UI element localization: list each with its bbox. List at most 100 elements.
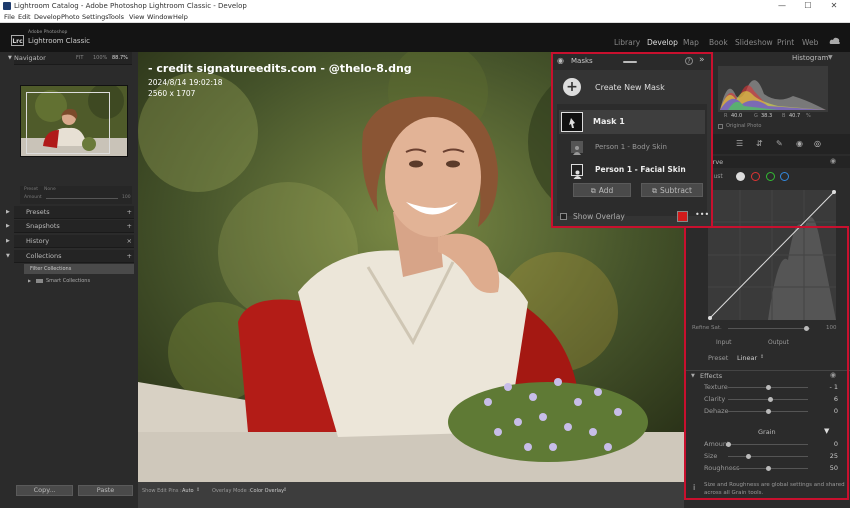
masks-header[interactable]: ◉ Masks ? » [553,54,711,70]
curve-channel-green[interactable] [766,172,775,181]
module-slideshow[interactable]: Slideshow [735,38,773,47]
paste-button[interactable]: Paste [78,485,133,496]
menu-edit[interactable]: Edit [18,12,31,23]
effects-title: Effects [700,372,723,380]
menu-help[interactable]: Help [173,12,188,23]
navigator-header[interactable]: ▼ Navigator FIT 100% 88.7% [8,52,132,65]
smart-collections-row[interactable]: ▶ Smart Collections [24,276,134,286]
navigator-viewport-frame[interactable] [26,92,110,154]
zoom-level[interactable]: 88.7% [112,52,128,65]
refine-sat-label: Refine Sat. [692,325,722,331]
masks-panel: ◉ Masks ? » + Create New Mask Mask 1 Per… [551,52,713,228]
preset-value[interactable]: None [44,187,56,192]
transform-icon[interactable]: ⇵ [756,139,763,148]
more-options-button[interactable]: ••• [695,210,709,219]
add-collection-button[interactable]: + [127,250,132,263]
edit-sliders-icon[interactable]: ☰ [736,139,743,148]
subtract-mask-button[interactable]: ⧉ Subtract [641,183,703,197]
amount-label: Amount [24,195,42,200]
curve-preset-select[interactable]: Linear [737,354,757,362]
collapse-triangle-icon[interactable]: ▼ [691,373,695,379]
module-develop[interactable]: Develop [647,38,678,47]
slider-value[interactable]: 0 [834,407,838,415]
menu-develop[interactable]: Develop [34,12,61,23]
add-mask-button[interactable]: ⧉ Add [573,183,631,197]
minimize-button[interactable]: — [770,0,794,12]
menu-view[interactable]: View [129,12,144,23]
masks-title: Masks [571,57,593,65]
zoom-100[interactable]: 100% [93,52,107,65]
drag-handle[interactable] [623,61,637,63]
slider-knob[interactable] [768,397,774,402]
copy-button[interactable]: Copy... [16,485,73,496]
person-icon [571,164,583,179]
slider-knob[interactable] [766,409,771,414]
slider-track[interactable] [728,456,808,457]
slider-knob[interactable] [746,454,751,459]
healing-icon[interactable]: ✎ [776,139,783,148]
mask-component-body-skin[interactable]: Person 1 - Body Skin [595,143,667,151]
collections-section[interactable]: ▼ Collections + [6,250,134,263]
close-button[interactable]: ✕ [822,0,846,12]
amount-slider[interactable] [46,198,118,199]
add-snapshot-button[interactable]: + [127,220,132,233]
refine-sat-slider[interactable] [728,328,810,329]
navigator-preview[interactable] [20,85,128,157]
snapshots-section[interactable]: ▶ Snapshots + [6,220,134,233]
slider-value[interactable]: 25 [830,452,838,460]
menu-window[interactable]: Window [147,12,173,23]
eye-icon[interactable]: ◉ [830,157,836,165]
presets-section[interactable]: ▶ Presets + [6,206,134,219]
slider-knob[interactable] [726,442,731,447]
maximize-button[interactable]: ☐ [796,0,820,12]
refine-sat-knob[interactable] [804,326,809,331]
menu-bar: File Edit Develop Photo Settings Tools V… [0,12,850,23]
module-library[interactable]: Library [614,38,640,47]
slider-value[interactable]: 6 [834,395,838,403]
eye-icon[interactable]: ◉ [830,371,836,379]
original-photo-checkbox[interactable] [718,124,723,129]
zoom-fit[interactable]: FIT [76,52,83,65]
clear-history-button[interactable]: × [127,235,132,248]
create-new-mask-button[interactable]: Create New Mask [595,83,665,92]
module-web[interactable]: Web [802,38,818,47]
slider-knob[interactable] [766,385,771,390]
filter-collections-row[interactable]: Filter Collections [24,264,134,274]
slider-track[interactable] [728,444,808,445]
mask-1-row[interactable]: Mask 1 [559,110,705,134]
show-edit-pins-select[interactable]: Auto [182,488,194,494]
collapse-panel-icon[interactable]: » [699,55,705,65]
module-print[interactable]: Print [777,38,794,47]
slider-value[interactable]: 0 [834,440,838,448]
tone-curve-graph[interactable] [708,190,836,320]
collapse-triangle-icon: ▼ [8,55,12,61]
slider-value[interactable]: 50 [830,464,838,472]
history-section[interactable]: ▶ History × [6,235,134,248]
cloud-icon[interactable] [829,36,841,46]
curve-channel-rgb[interactable] [736,172,745,181]
curve-channel-red[interactable] [751,172,760,181]
add-preset-button[interactable]: + [127,206,132,219]
identity-line-1: Adobe Photoshop [28,30,68,35]
collapse-triangle-icon[interactable]: ▼ [828,54,833,61]
mask-component-facial-skin[interactable]: Person 1 - Facial Skin [595,165,686,174]
menu-photo[interactable]: Photo [61,12,80,23]
help-icon[interactable]: ? [685,57,693,65]
module-book[interactable]: Book [709,38,728,47]
masking-icon[interactable]: ◎ [814,139,821,148]
slider-value[interactable]: - 1 [829,383,838,391]
create-mask-plus-icon[interactable]: + [563,78,581,96]
menu-tools[interactable]: Tools [108,12,124,23]
collapse-triangle-icon[interactable]: ▼ [824,427,829,435]
overlay-mode-select[interactable]: Color Overlay [250,488,284,494]
module-map[interactable]: Map [683,38,699,47]
curve-channel-blue[interactable] [780,172,789,181]
menu-settings[interactable]: Settings [82,12,109,23]
menu-file[interactable]: File [4,12,15,23]
overlay-color-swatch[interactable] [677,211,688,222]
red-eye-icon[interactable]: ◉ [796,139,803,148]
eye-icon[interactable]: ◉ [557,56,564,65]
show-overlay-checkbox[interactable] [560,213,567,220]
add-mask-label: Add [598,186,614,195]
slider-knob[interactable] [766,466,771,471]
